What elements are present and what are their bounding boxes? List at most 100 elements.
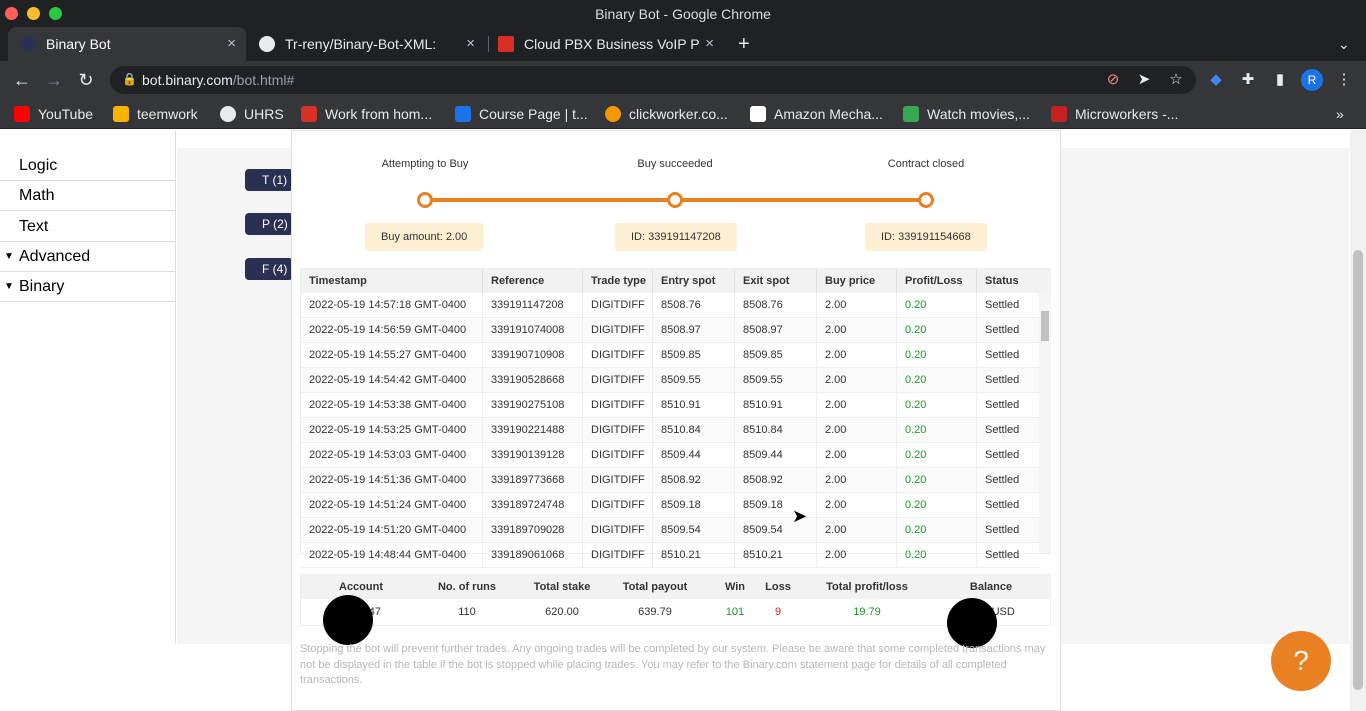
table-row: 2022-05-19 14:56:59 GMT-0400 339191074008…	[301, 318, 1039, 343]
back-button[interactable]: ←	[11, 69, 33, 91]
bookmark-label: Work from hom...	[325, 106, 433, 122]
table-cell: DIGITDIFF	[583, 468, 653, 493]
tab-cloud-pbx[interactable]: Cloud PBX Business VoIP P ×	[486, 27, 724, 61]
page-scrollbar[interactable]	[1350, 130, 1366, 711]
table-cell: 0.20	[897, 368, 977, 393]
table-cell: 8510.84	[653, 418, 735, 443]
table-cell: Settled	[985, 524, 1020, 536]
table-cell: 2022-05-19 14:53:25 GMT-0400	[301, 418, 483, 443]
close-tab-icon[interactable]: ×	[466, 35, 475, 52]
sidebar-item-label: Binary	[19, 278, 65, 295]
send-icon[interactable]: ➤	[1134, 70, 1154, 90]
table-cell: 2022-05-19 14:54:42 GMT-0400	[301, 368, 483, 393]
col-buy-price: Buy price	[817, 269, 897, 293]
bookmark-clickworker[interactable]: clickworker.co...	[605, 104, 728, 124]
table-cell: 0.20	[897, 293, 977, 318]
tab-label: Cloud PBX Business VoIP P	[524, 36, 700, 52]
mouse-cursor-icon: ➤	[792, 506, 808, 526]
sidebar-item-label: Math	[19, 187, 55, 204]
workspace-block[interactable]: F (4)	[245, 258, 293, 280]
bookmark-microworkers[interactable]: Microworkers -...	[1051, 104, 1178, 124]
trade-table-header: Timestamp Reference Trade type Entry spo…	[301, 269, 1051, 293]
bookmark-star-icon[interactable]: ☆	[1166, 70, 1186, 90]
expand-arrow-icon: ▼	[4, 251, 14, 262]
sidebar-item-binary[interactable]: ▼ Binary	[0, 272, 176, 302]
contract-id-badge: ID: 339191154668	[865, 223, 987, 251]
expand-arrow-icon: ▼	[4, 281, 14, 292]
bookmark-label: teemwork	[137, 106, 198, 122]
workspace-block[interactable]: P (2)	[245, 213, 293, 235]
workspace-block[interactable]: T (1)	[245, 169, 293, 191]
profile-avatar[interactable]: R	[1301, 69, 1323, 91]
address-bar[interactable]: 🔒 bot.binary.com/bot.html# ⊘ ➤ ☆	[110, 66, 1196, 94]
table-scrollbar[interactable]	[1039, 293, 1051, 553]
close-tab-icon[interactable]: ×	[705, 35, 714, 52]
table-cell: 8509.85	[653, 343, 735, 368]
table-cell: DIGITDIFF	[583, 443, 653, 468]
tab-binary-bot[interactable]: Binary Bot ×	[8, 27, 246, 61]
table-cell: 0.20	[897, 318, 977, 343]
bookmark-uhrs[interactable]: UHRS	[220, 104, 284, 124]
clickworker-icon	[605, 106, 621, 122]
summary-col-loss: Loss	[765, 581, 791, 593]
page-content: Logic Math Text ▼ Advanced ▼ Binary T (1) …	[0, 130, 1366, 711]
extension-drop-icon[interactable]: ◆	[1206, 70, 1226, 90]
summary-col-win: Win	[724, 581, 746, 593]
tab-github[interactable]: Tr-reny/Binary-Bot-XML: ×	[247, 27, 485, 61]
table-cell: 2022-05-19 14:51:36 GMT-0400	[301, 468, 483, 493]
bookmark-youtube[interactable]: YouTube	[14, 104, 93, 124]
new-tab-button[interactable]: +	[732, 27, 762, 61]
blocked-popup-icon[interactable]: ⊘	[1103, 70, 1123, 90]
sidebar-item-advanced[interactable]: ▼ Advanced	[0, 242, 176, 272]
extensions-puzzle-icon[interactable]: ✚	[1238, 70, 1258, 90]
reload-button[interactable]: ↻	[75, 69, 97, 91]
table-cell: 2.00	[817, 343, 897, 368]
table-row: 2022-05-19 14:54:42 GMT-0400 339190528668…	[301, 368, 1039, 393]
redaction-mark	[947, 598, 997, 648]
tab-search-icon[interactable]: ⌄	[1334, 27, 1358, 61]
table-cell: 8508.97	[735, 318, 817, 343]
summary-table: Account No. of runs Total stake Total pa…	[300, 574, 1051, 626]
table-cell: DIGITDIFF	[583, 543, 653, 568]
help-button[interactable]: ?	[1271, 631, 1331, 691]
table-row: 2022-05-19 14:53:03 GMT-0400 339190139128…	[301, 443, 1039, 468]
step-circle	[918, 192, 934, 208]
table-cell: Settled	[985, 299, 1020, 311]
table-cell: 339190275108	[483, 393, 583, 418]
bookmark-work-from-home[interactable]: Work from hom...	[301, 104, 432, 124]
table-cell: 0.20	[897, 518, 977, 543]
side-panel-icon[interactable]: ▮	[1270, 70, 1290, 90]
table-cell: 2022-05-19 14:53:38 GMT-0400	[301, 393, 483, 418]
step-label: Buy succeeded	[637, 158, 713, 170]
bookmark-label: clickworker.co...	[629, 106, 728, 122]
forward-button[interactable]: →	[43, 69, 65, 91]
table-cell: 0.20	[897, 543, 977, 568]
step-label: Attempting to Buy	[381, 158, 469, 170]
menu-kebab-icon[interactable]: ⋮	[1334, 70, 1354, 90]
bookmark-label: Microworkers -...	[1075, 106, 1179, 122]
more-bookmarks-icon[interactable]: »	[1336, 104, 1344, 124]
table-row: 2022-05-19 14:55:27 GMT-0400 339190710908…	[301, 343, 1039, 368]
sidebar-item-text[interactable]: Text	[0, 212, 176, 242]
bookmark-teemwork[interactable]: teemwork	[113, 104, 198, 124]
col-timestamp: Timestamp	[301, 269, 483, 293]
bookmark-amazon-mturk[interactable]: Amazon Mecha...	[750, 104, 883, 124]
microworkers-icon	[1051, 106, 1067, 122]
bookmark-watch-movies[interactable]: Watch movies,...	[903, 104, 1030, 124]
bookmark-course-page[interactable]: Course Page | t...	[455, 104, 588, 124]
sidebar-item-logic[interactable]: Logic	[0, 151, 176, 181]
table-scrollbar-thumb[interactable]	[1041, 311, 1049, 341]
summary-payout: 639.79	[638, 606, 672, 618]
table-cell: Settled	[985, 449, 1020, 461]
sidebar-item-math[interactable]: Math	[0, 181, 176, 211]
table-cell: 8509.18	[653, 493, 735, 518]
summary-runs: 110	[458, 606, 476, 618]
table-cell: DIGITDIFF	[583, 368, 653, 393]
github-favicon-icon	[259, 36, 275, 52]
table-cell: 8509.85	[735, 343, 817, 368]
binary-favicon-icon	[20, 36, 36, 52]
summary-col-account: Account	[339, 581, 383, 593]
table-cell: 2.00	[817, 543, 897, 568]
close-tab-icon[interactable]: ×	[227, 35, 236, 52]
scrollbar-thumb[interactable]	[1353, 250, 1363, 690]
